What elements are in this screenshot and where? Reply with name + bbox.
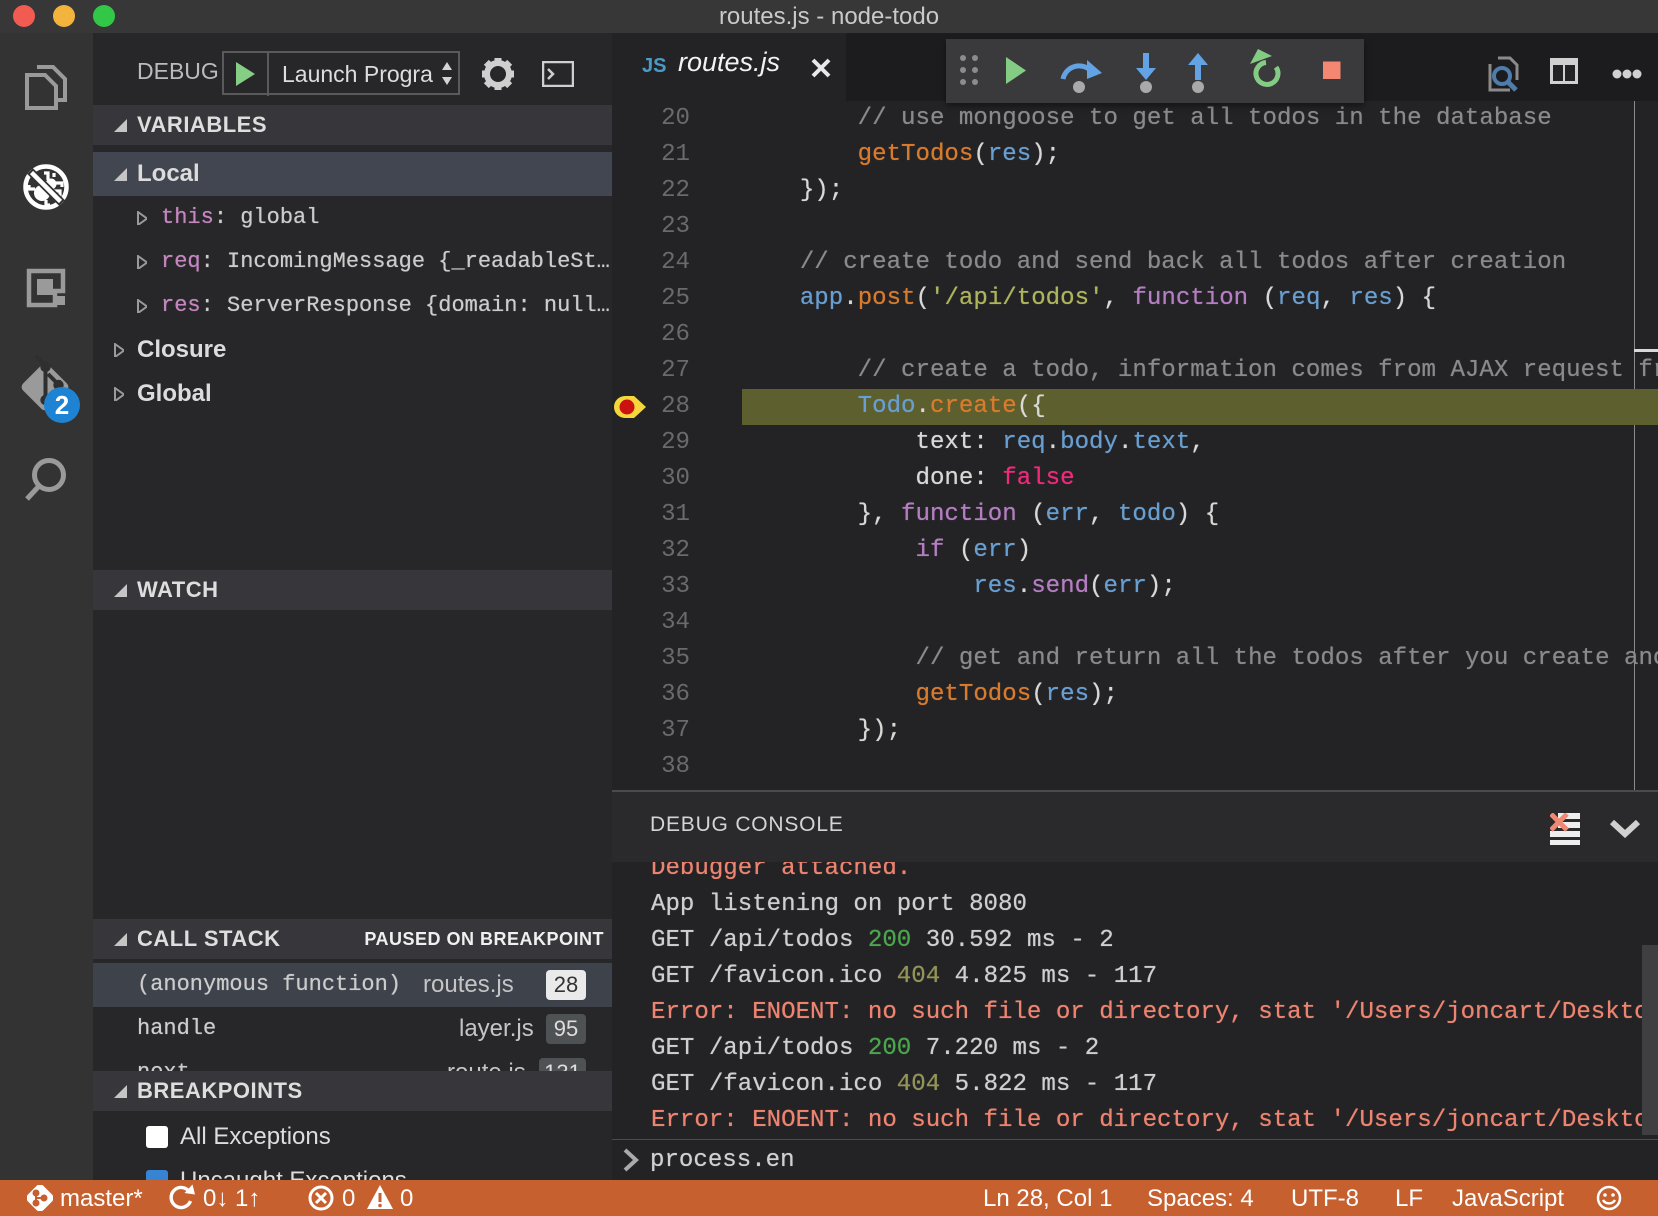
svg-text:2: 2 bbox=[55, 390, 69, 420]
